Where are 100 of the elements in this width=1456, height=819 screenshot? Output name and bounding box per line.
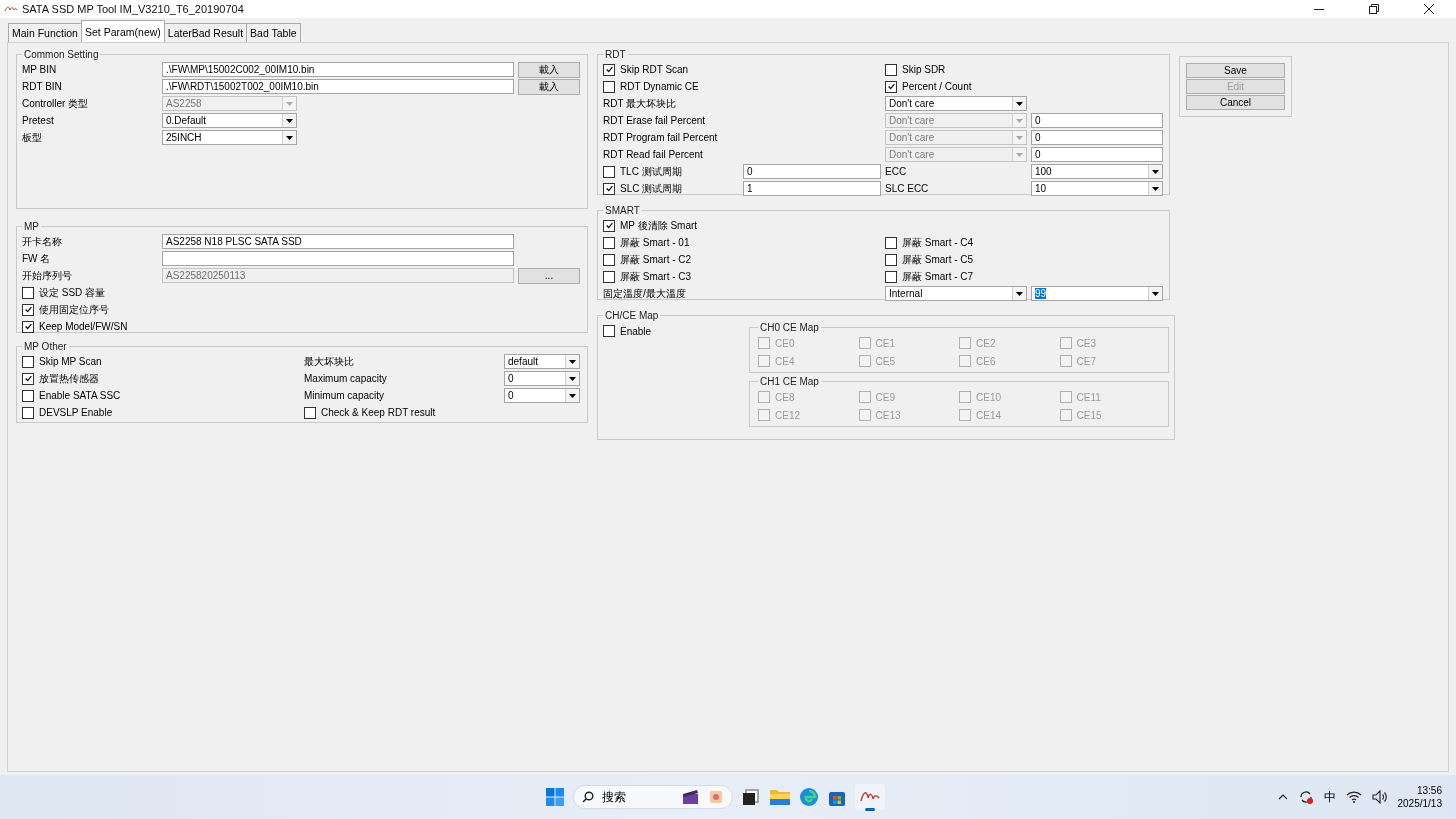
checkbox[interactable]: Enable SATA SSC — [22, 388, 300, 403]
chevron-up-icon[interactable] — [1277, 794, 1288, 800]
text-field[interactable] — [162, 251, 514, 266]
action-button[interactable]: Cancel — [1186, 95, 1285, 110]
field-label: RDT Read fail Percent — [603, 149, 704, 160]
caret-icon — [1016, 135, 1023, 140]
task-view-icon[interactable] — [741, 787, 761, 807]
folder-icon[interactable] — [769, 787, 791, 807]
field-label: 最大坏块比 — [304, 354, 355, 369]
caret-icon — [1016, 152, 1023, 157]
caret-icon — [286, 118, 293, 123]
window-title: SATA SSD MP Tool IM_V3210_T6_20190704 — [22, 3, 244, 15]
tab[interactable]: Set Param(new) — [80, 20, 165, 42]
field-label: 开始序列号 — [22, 268, 73, 283]
dropdown[interactable]: Don't care — [885, 96, 1027, 111]
caret-icon — [286, 135, 293, 140]
dropdown[interactable]: 0 — [504, 388, 580, 403]
group-title: MP Other — [23, 341, 68, 352]
tab[interactable]: Bad Table — [246, 23, 301, 42]
close-icon — [1423, 4, 1434, 14]
restore-icon — [1368, 4, 1379, 14]
dropdown[interactable]: 0.Default — [162, 113, 297, 128]
dropdown[interactable]: 10 — [1031, 181, 1163, 196]
dropdown[interactable]: 100 — [1031, 164, 1163, 179]
tab[interactable]: Main Function — [8, 23, 82, 42]
text-field[interactable]: AS2258 N18 PLSC SATA SSD — [162, 234, 514, 249]
checkbox[interactable]: DEVSLP Enable — [22, 405, 300, 420]
group-title: RDT — [604, 49, 627, 60]
check-icon — [604, 184, 614, 193]
text-field[interactable]: 0 — [1031, 147, 1163, 162]
field-label: RDT Erase fail Percent — [603, 115, 707, 126]
search-icon — [582, 791, 594, 803]
dropdown[interactable]: 25INCH — [162, 130, 297, 145]
clock-date: 2025/1/13 — [1397, 797, 1442, 810]
field-label: ECC — [885, 166, 908, 177]
checkbox[interactable]: 屏蔽 Smart - C3 — [603, 269, 739, 284]
start-icon[interactable] — [545, 787, 565, 807]
caret-icon — [1152, 291, 1159, 296]
text-field[interactable]: 1 — [743, 181, 881, 196]
input-method-indicator[interactable]: 中 — [1323, 788, 1336, 806]
clapperboard-icon — [682, 789, 700, 805]
load-button[interactable]: 載入 — [518, 61, 580, 78]
speaker-icon[interactable] — [1371, 790, 1388, 804]
field-label: 固定溫度/最大溫度 — [603, 286, 687, 301]
checkbox[interactable]: Enable — [603, 324, 739, 338]
group-title: CH1 CE Map — [759, 376, 820, 387]
checkbox[interactable]: Keep Model/FW/SN — [22, 318, 582, 335]
checkbox[interactable]: Skip MP Scan — [22, 354, 300, 369]
search-field[interactable]: 搜索 — [573, 785, 733, 809]
checkbox[interactable]: 屏蔽 Smart - C5 — [885, 252, 1027, 267]
checkbox[interactable]: 设定 SSD 容量 — [22, 284, 582, 301]
dropdown[interactable]: Internal — [885, 286, 1027, 301]
field-label: 板型 — [22, 130, 43, 145]
text-field[interactable]: .\FW\RDT\15002T002_00IM10.bin — [162, 79, 514, 94]
group-title: MP — [23, 221, 40, 232]
text-field[interactable]: 0 — [1031, 113, 1163, 128]
text-field[interactable]: 0 — [743, 164, 881, 179]
group-title: Common Setting — [23, 49, 100, 60]
dropdown[interactable]: default — [504, 354, 580, 369]
caret-icon — [569, 376, 576, 381]
checkbox[interactable]: 屏蔽 Smart - C7 — [885, 269, 1027, 284]
caret-icon — [286, 101, 293, 106]
caret-icon — [1016, 118, 1023, 123]
caret-icon — [1016, 101, 1023, 106]
load-button[interactable]: ... — [518, 267, 580, 284]
dropdown[interactable]: 99 — [1031, 286, 1163, 301]
app-logo-icon — [4, 5, 18, 13]
checkbox[interactable]: 屏蔽 Smart - C4 — [885, 235, 1027, 250]
checkbox[interactable]: Skip SDR — [885, 62, 1027, 77]
check-icon — [604, 65, 614, 74]
action-button[interactable]: Save — [1186, 63, 1285, 78]
field-label: RDT 最大坏块比 — [603, 96, 678, 111]
text-field[interactable]: 0 — [1031, 130, 1163, 145]
field-label: Maximum capacity — [304, 373, 388, 384]
load-button[interactable]: 載入 — [518, 78, 580, 95]
checkbox[interactable]: Check & Keep RDT result — [304, 405, 500, 420]
checkbox[interactable]: Percent / Count — [885, 79, 1027, 94]
taskbar-app-button[interactable] — [855, 784, 885, 810]
text-field[interactable]: .\FW\MP\15002C002_00IM10.bin — [162, 62, 514, 77]
field-label: RDT Program fail Percent — [603, 132, 719, 143]
field-label: SLC ECC — [885, 183, 930, 194]
checkbox[interactable]: 放置热传感器 — [22, 371, 300, 386]
checkbox[interactable]: MP 後清除 Smart — [603, 218, 739, 233]
checkbox[interactable]: TLC 测试周期 — [603, 164, 739, 179]
checkbox[interactable]: 使用固定位序号 — [22, 301, 582, 318]
browser-icon[interactable] — [799, 787, 819, 807]
checkbox[interactable]: 屏蔽 Smart - 01 — [603, 235, 739, 250]
caret-icon — [569, 393, 576, 398]
wifi-icon[interactable] — [1345, 791, 1362, 803]
note-icon — [708, 789, 724, 805]
caret-icon — [1016, 291, 1023, 296]
dropdown[interactable]: 0 — [504, 371, 580, 386]
checkbox[interactable]: Skip RDT Scan — [603, 62, 739, 77]
field-label: MP BIN — [22, 64, 58, 75]
checkbox[interactable]: RDT Dynamic CE — [603, 79, 739, 94]
sync-icon[interactable] — [1297, 789, 1314, 805]
checkbox[interactable]: 屏蔽 Smart - C2 — [603, 252, 739, 267]
check-icon — [604, 221, 614, 230]
checkbox[interactable]: SLC 测试周期 — [603, 181, 739, 196]
group-title: CH/CE Map — [604, 310, 660, 321]
